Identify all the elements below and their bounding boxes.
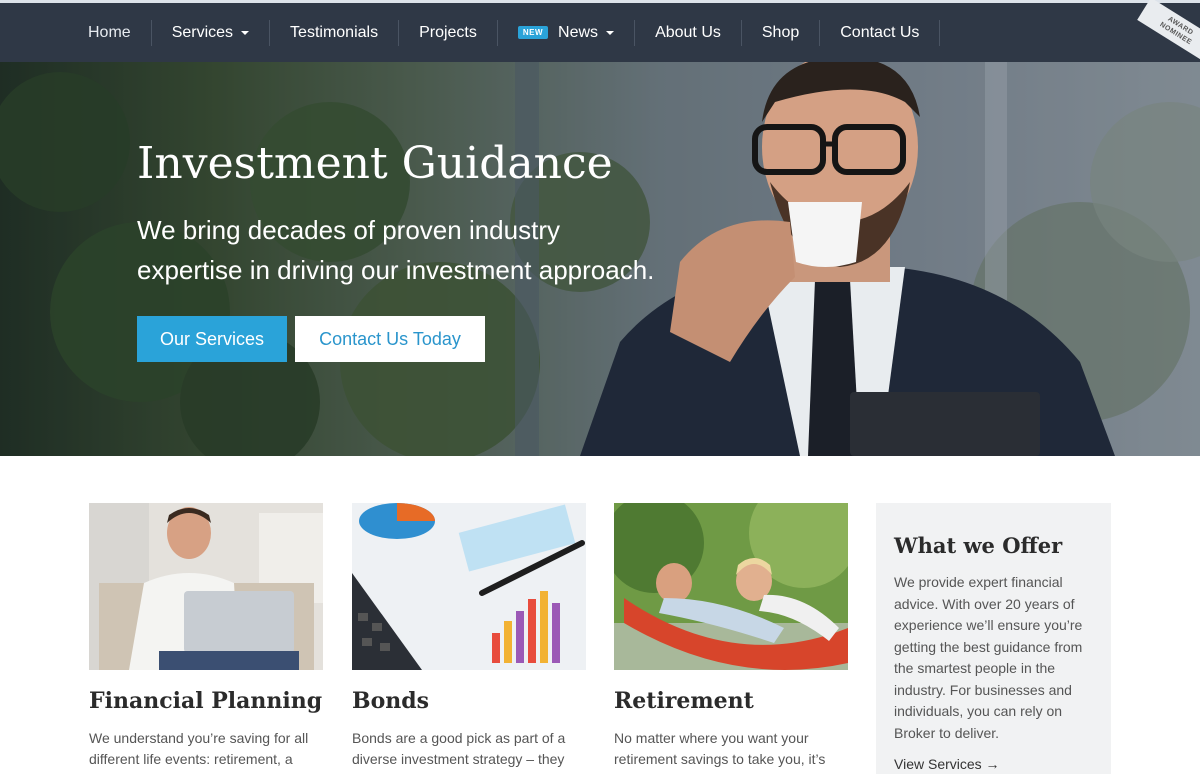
what-we-offer-panel: What we Offer We provide expert financia… — [876, 503, 1111, 774]
hero-banner: Investment Guidance We bring decades of … — [0, 62, 1200, 456]
hero-subtitle: We bring decades of proven industry expe… — [137, 215, 655, 285]
nav-item-label: News — [558, 23, 599, 41]
nav-item-about-us[interactable]: About Us — [635, 19, 742, 46]
nav-item-news[interactable]: NEW News — [498, 19, 636, 46]
nav-item-label: Home — [88, 23, 131, 41]
award-nominee-ribbon: AWARD NOMINEE — [1137, 0, 1200, 63]
nav-item-label: Services — [171, 23, 234, 41]
nav-item-label: Testimonials — [290, 23, 379, 41]
financial-planning-image[interactable] — [89, 503, 323, 670]
nav-item-label: Shop — [761, 23, 800, 41]
card-title[interactable]: Retirement — [614, 688, 754, 714]
top-navigation: Home Services Testimonials Projects NEW … — [0, 0, 1200, 63]
nav-item-projects[interactable]: Projects — [399, 19, 498, 46]
nav-item-label: Contact Us — [840, 23, 920, 41]
caret-down-icon — [606, 30, 615, 35]
new-badge: NEW — [517, 26, 549, 39]
nav-item-label: About Us — [655, 23, 721, 41]
card-title[interactable]: Bonds — [352, 688, 429, 714]
nav-item-contact-us[interactable]: Contact Us — [820, 19, 941, 46]
our-services-button[interactable]: Our Services — [137, 316, 287, 362]
card-title[interactable]: Financial Planning — [89, 688, 322, 714]
nav-item-shop[interactable]: Shop — [742, 19, 821, 46]
retirement-image[interactable] — [614, 503, 848, 670]
card-text: We understand you’re saving for all diff… — [89, 730, 309, 774]
nav-item-label: Projects — [419, 23, 477, 41]
view-services-link[interactable]: View Services → — [894, 756, 1000, 774]
offer-text: We provide expert financial advice. With… — [894, 574, 1083, 741]
nav-item-home[interactable]: Home — [68, 19, 152, 46]
offer-title: What we Offer — [894, 533, 1063, 558]
caret-down-icon — [241, 30, 250, 35]
contact-us-today-button[interactable]: Contact Us Today — [295, 316, 485, 362]
hero-title: Investment Guidance — [137, 138, 613, 189]
nav-item-testimonials[interactable]: Testimonials — [270, 19, 400, 46]
nav-item-services[interactable]: Services — [152, 19, 271, 46]
card-text: No matter where you want your retirement… — [614, 730, 826, 774]
bonds-image[interactable] — [352, 503, 586, 670]
card-text: Bonds are a good pick as part of a diver… — [352, 730, 566, 774]
nav-menu: Home Services Testimonials Projects NEW … — [68, 3, 941, 62]
